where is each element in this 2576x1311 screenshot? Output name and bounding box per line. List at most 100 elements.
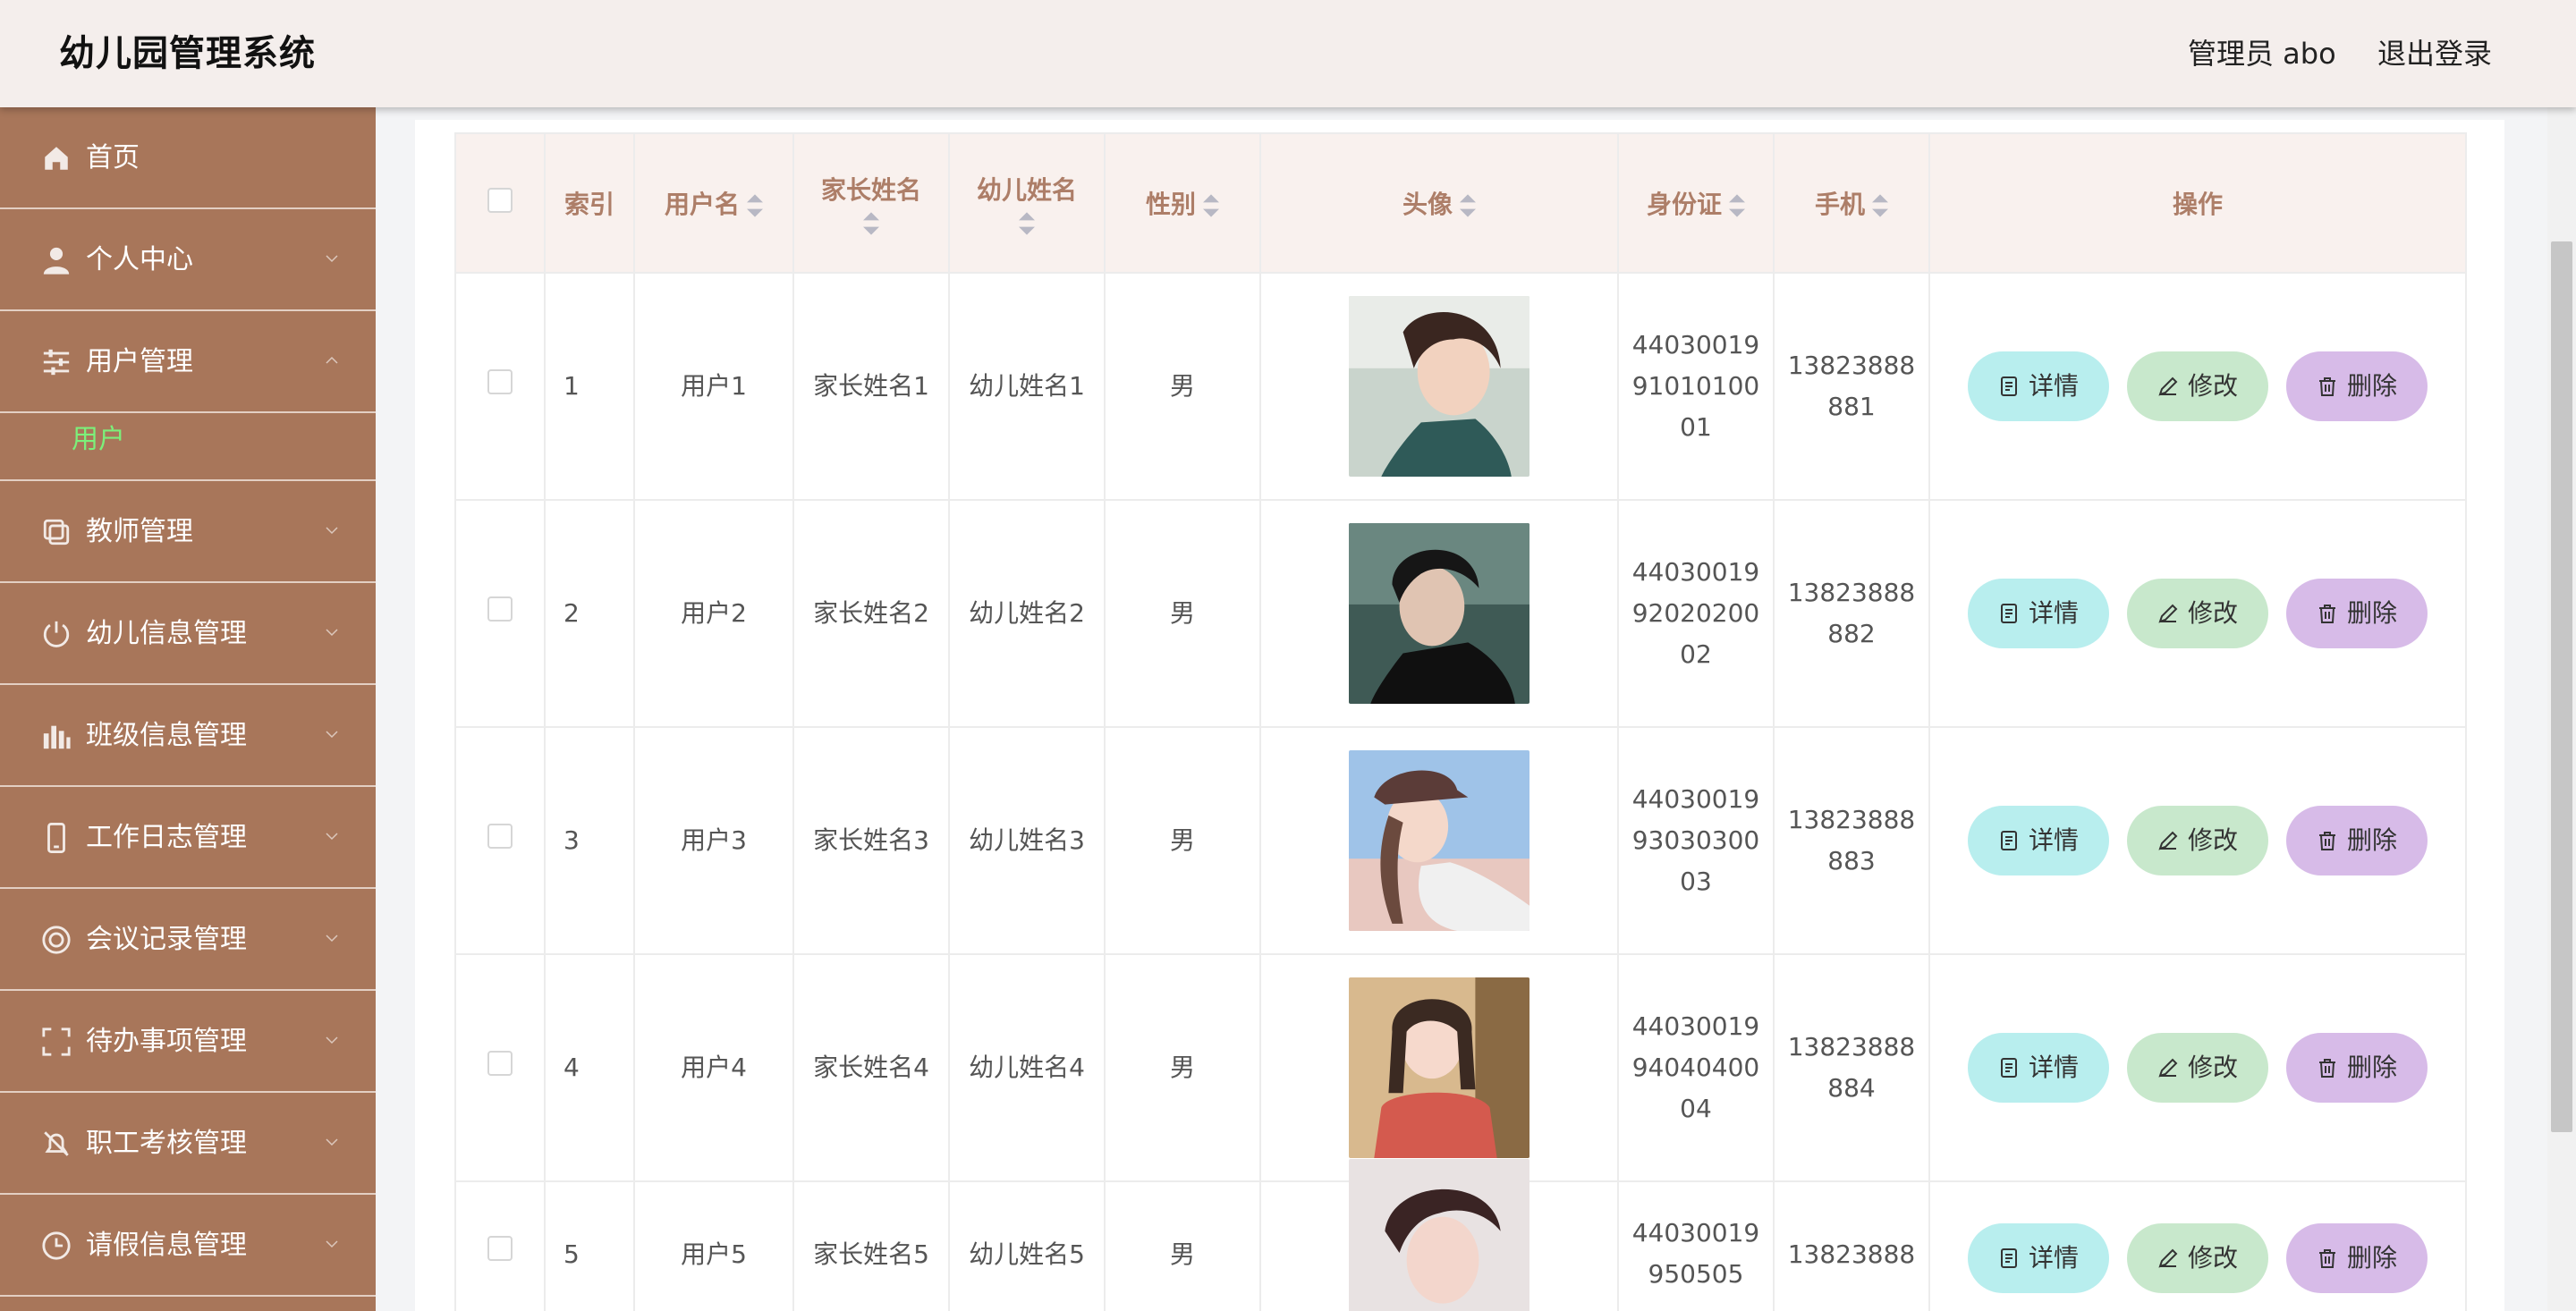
trash-icon: [2318, 1059, 2335, 1078]
cell-phone: 13823888882: [1773, 499, 1930, 728]
power-icon: [43, 621, 70, 647]
col-header-phone[interactable]: 手机: [1773, 132, 1930, 274]
col-header-actions: 操作: [1928, 132, 2467, 274]
delete-button[interactable]: 删除: [2286, 1033, 2428, 1103]
row-checkbox[interactable]: [487, 1236, 513, 1261]
cell-actions: 详情 修改 删除: [1928, 272, 2467, 501]
cell-child-name: 幼儿姓名5: [948, 1180, 1106, 1311]
cell-avatar: [1259, 953, 1619, 1182]
row-checkbox[interactable]: [487, 1051, 513, 1076]
sliders-icon: [43, 349, 70, 376]
detail-button[interactable]: 详情: [1968, 1033, 2109, 1103]
cell-avatar: [1259, 726, 1619, 955]
sidebar-item-class-info[interactable]: 班级信息管理: [0, 685, 376, 787]
detail-button[interactable]: 详情: [1968, 806, 2109, 875]
sort-icon[interactable]: [1460, 194, 1476, 217]
cell-phone: 13823888881: [1773, 272, 1930, 501]
sort-icon[interactable]: [1729, 194, 1745, 217]
sidebar-item-user-management[interactable]: 用户管理: [0, 311, 376, 413]
sidebar-item-label: 工作日志管理: [86, 822, 247, 853]
cell-avatar: [1259, 1159, 1619, 1311]
sidebar-item-meeting-records[interactable]: 会议记录管理: [0, 889, 376, 991]
col-header-child-name[interactable]: 幼儿姓名: [948, 132, 1106, 274]
document-icon: [2000, 1248, 2017, 1268]
cell-actions: 详情 修改 删除: [1928, 953, 2467, 1182]
document-icon: [2000, 1058, 2017, 1078]
sidebar-item-label: 幼儿信息管理: [86, 618, 247, 649]
table-row: 3 用户3 家长姓名3 幼儿姓名3 男 440300199303030003 1…: [454, 726, 2467, 955]
col-header-id-card[interactable]: 身份证: [1617, 132, 1775, 274]
sort-icon[interactable]: [1019, 212, 1035, 235]
cell-avatar: [1259, 272, 1619, 501]
chevron-up-icon: [326, 356, 338, 364]
col-header-parent-name[interactable]: 家长姓名: [792, 132, 950, 274]
edit-button[interactable]: 修改: [2127, 1033, 2268, 1103]
cell-parent-name: 家长姓名3: [792, 726, 950, 955]
logout-link[interactable]: 退出登录: [2377, 0, 2492, 107]
sidebar-item-leave-info[interactable]: 请假信息管理: [0, 1195, 376, 1297]
sidebar-item-child-info[interactable]: 幼儿信息管理: [0, 583, 376, 685]
sidebar-item-profile[interactable]: 个人中心: [0, 209, 376, 311]
detail-button[interactable]: 详情: [1968, 351, 2109, 421]
sidebar-item-staff-assessment[interactable]: 职工考核管理: [0, 1093, 376, 1195]
cell-username: 用户2: [633, 499, 794, 728]
col-header-avatar[interactable]: 头像: [1259, 132, 1619, 274]
pencil-icon: [2158, 831, 2178, 850]
trash-icon: [2318, 377, 2335, 396]
sidebar-item-todo[interactable]: 待办事项管理: [0, 991, 376, 1093]
row-checkbox[interactable]: [487, 824, 513, 849]
scrollbar-thumb[interactable]: [2551, 241, 2572, 1132]
detail-button[interactable]: 详情: [1968, 579, 2109, 648]
trash-icon: [2318, 832, 2335, 850]
edit-button[interactable]: 修改: [2127, 1223, 2268, 1293]
row-select-cell: [454, 272, 546, 501]
edit-button[interactable]: 修改: [2127, 351, 2268, 421]
cell-parent-name: 家长姓名1: [792, 272, 950, 501]
row-checkbox[interactable]: [487, 369, 513, 394]
cell-avatar: [1259, 499, 1619, 728]
sidebar-item-label: 职工考核管理: [86, 1128, 247, 1159]
sort-icon[interactable]: [863, 212, 879, 235]
table-row: 5 用户5 家长姓名5 幼儿姓名5 男 44030019950505 13823…: [454, 1159, 2467, 1311]
cell-gender: 男: [1104, 499, 1261, 728]
select-all-checkbox[interactable]: [487, 187, 513, 213]
sidebar-item-teacher-management[interactable]: 教师管理: [0, 481, 376, 583]
table-header-row: 索引 用户名 家长姓名 幼儿姓名 性别 头像 身份证 手机 操作: [454, 132, 2467, 274]
cell-phone: 13823888: [1773, 1180, 1930, 1311]
sort-icon[interactable]: [747, 194, 763, 217]
user-icon: [43, 247, 70, 275]
cell-gender: 男: [1104, 726, 1261, 955]
delete-button[interactable]: 删除: [2286, 806, 2428, 875]
edit-button[interactable]: 修改: [2127, 579, 2268, 648]
chevron-down-icon: [326, 1240, 338, 1248]
cell-id-card: 440300199202020002: [1617, 499, 1775, 728]
vertical-scrollbar[interactable]: [2547, 107, 2576, 1311]
row-select-cell: [454, 499, 546, 728]
cell-actions: 详情 修改 删除: [1928, 726, 2467, 955]
cell-index: 5: [544, 1180, 635, 1311]
chevron-down-icon: [326, 1138, 338, 1146]
pencil-icon: [2158, 604, 2178, 623]
sort-icon[interactable]: [1872, 194, 1888, 217]
sort-icon[interactable]: [1203, 194, 1219, 217]
sidebar-item-home[interactable]: 首页: [0, 107, 376, 209]
delete-button[interactable]: 删除: [2286, 579, 2428, 648]
detail-button[interactable]: 详情: [1968, 1223, 2109, 1293]
home-icon: [45, 147, 68, 170]
sidebar-subitem-user[interactable]: 用户: [0, 413, 376, 481]
top-header: 幼儿园管理系统 管理员 abo 退出登录: [0, 0, 2576, 107]
avatar-image: [1349, 1159, 1530, 1311]
edit-button[interactable]: 修改: [2127, 806, 2268, 875]
delete-button[interactable]: 删除: [2286, 1223, 2428, 1293]
cell-phone: 13823888883: [1773, 726, 1930, 955]
col-header-username[interactable]: 用户名: [633, 132, 794, 274]
col-header-gender[interactable]: 性别: [1104, 132, 1261, 274]
bell-off-icon: [44, 1131, 69, 1156]
current-user-label: 管理员 abo: [2188, 37, 2336, 71]
row-select-cell: [454, 953, 546, 1182]
cell-parent-name: 家长姓名2: [792, 499, 950, 728]
row-select-cell: [454, 1180, 546, 1311]
row-checkbox[interactable]: [487, 596, 513, 622]
sidebar-item-work-log[interactable]: 工作日志管理: [0, 787, 376, 889]
delete-button[interactable]: 删除: [2286, 351, 2428, 421]
